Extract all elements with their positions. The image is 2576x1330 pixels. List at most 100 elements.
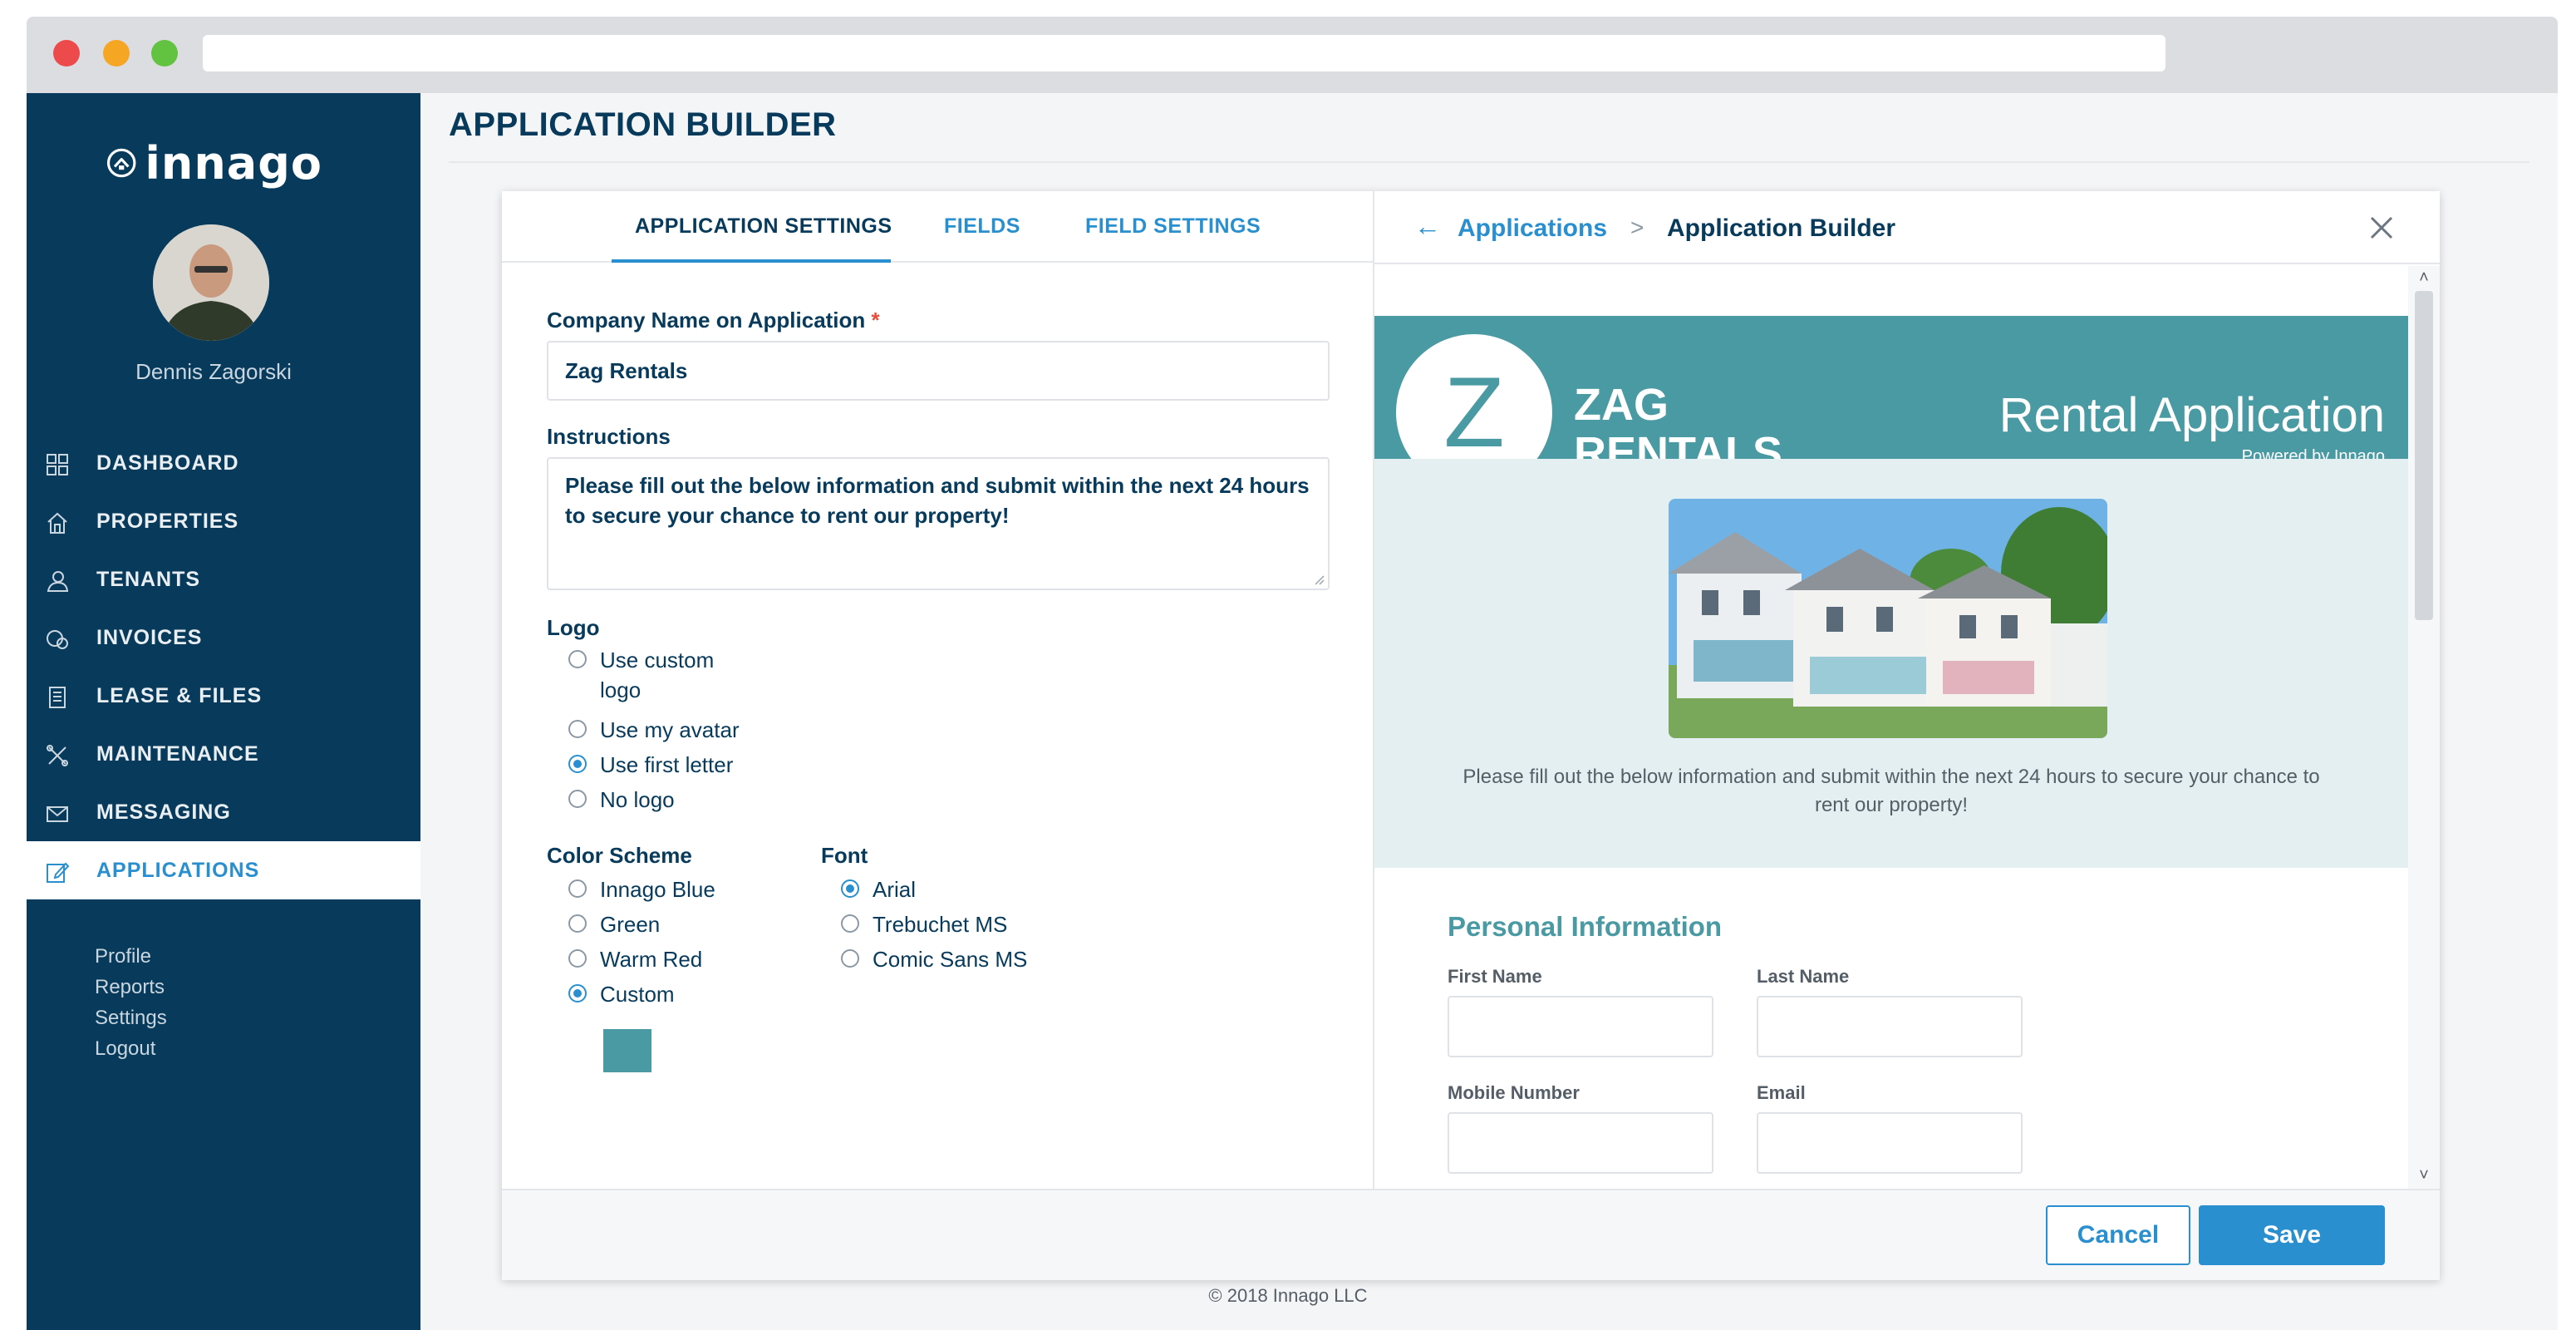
scrollbar-thumb[interactable] <box>2415 291 2433 620</box>
minimize-window-button[interactable] <box>103 40 130 66</box>
instructions-label: Instructions <box>547 424 671 449</box>
email-label: Email <box>1757 1082 1806 1103</box>
sidebar-item-label: DASHBOARD <box>96 451 239 475</box>
grid-icon <box>47 454 68 475</box>
email-input[interactable] <box>1757 1112 2023 1174</box>
radio-label: Use my avatar <box>600 717 740 742</box>
cancel-button[interactable]: Cancel <box>2046 1205 2190 1265</box>
radio-button[interactable] <box>568 650 587 668</box>
tab-application-settings[interactable]: APPLICATION SETTINGS <box>635 214 892 239</box>
radio-button[interactable] <box>568 790 587 808</box>
house-icon <box>47 512 67 534</box>
sidebar-item-properties[interactable]: PROPERTIES <box>27 492 420 550</box>
logo-option-custom[interactable]: Use custom logo <box>568 645 735 705</box>
company-name-input[interactable]: Zag Rentals <box>547 341 1330 401</box>
page-title: APPLICATION BUILDER <box>449 106 837 143</box>
breadcrumb-applications-link[interactable]: Applications <box>1458 214 1607 243</box>
sidebar-item-label: PROPERTIES <box>96 509 239 533</box>
subnav-item-profile[interactable]: Profile <box>95 941 167 972</box>
radio-button[interactable] <box>841 949 859 968</box>
application-preview: Z ZAG RENTALS Rental Application Powered… <box>1374 266 2408 1189</box>
radio-button-selected[interactable] <box>568 755 587 773</box>
first-name-input[interactable] <box>1448 996 1713 1057</box>
subnav-item-settings[interactable]: Settings <box>95 1002 167 1033</box>
close-icon[interactable] <box>2365 211 2398 244</box>
tab-bar: APPLICATION SETTINGS FIELDS FIELD SETTIN… <box>502 191 1374 263</box>
radio-button[interactable] <box>841 914 859 933</box>
preview-title: Rental Application <box>1998 388 2385 442</box>
settings-pane: APPLICATION SETTINGS FIELDS FIELD SETTIN… <box>502 191 1374 1189</box>
radio-label: Innago Blue <box>600 877 715 902</box>
back-arrow-icon[interactable]: ← <box>1414 211 1441 242</box>
sidebar-item-label: APPLICATIONS <box>96 858 260 882</box>
font-option-comic-sans[interactable]: Comic Sans MS <box>841 944 1027 974</box>
files-icon <box>49 687 66 708</box>
logo-option-avatar[interactable]: Use my avatar <box>568 715 740 745</box>
color-option-green[interactable]: Green <box>568 909 660 939</box>
action-bar: Cancel Save <box>502 1189 2440 1280</box>
active-tab-indicator <box>612 259 891 263</box>
user-photo <box>153 224 269 341</box>
save-button[interactable]: Save <box>2199 1205 2385 1265</box>
innago-logo[interactable]: innago <box>106 130 322 196</box>
font-option-trebuchet[interactable]: Trebuchet MS <box>841 909 1007 939</box>
sidebar-item-dashboard[interactable]: DASHBOARD <box>27 434 420 492</box>
application-builder-card: APPLICATION SETTINGS FIELDS FIELD SETTIN… <box>502 191 2440 1280</box>
tab-fields[interactable]: FIELDS <box>944 214 1020 239</box>
scroll-up-icon[interactable]: ˄ <box>2415 269 2433 286</box>
radio-button[interactable] <box>568 879 587 898</box>
tenants-icon <box>47 571 69 592</box>
color-option-innago-blue[interactable]: Innago Blue <box>568 874 715 904</box>
mobile-number-input[interactable] <box>1448 1112 1713 1174</box>
address-bar[interactable] <box>203 35 2166 71</box>
radio-button[interactable] <box>568 720 587 738</box>
last-name-label: Last Name <box>1757 966 1850 987</box>
logo-option-none[interactable]: No logo <box>568 785 675 815</box>
scroll-down-icon[interactable]: ˅ <box>2415 1167 2433 1184</box>
avatar[interactable] <box>153 224 269 341</box>
close-window-button[interactable] <box>53 40 80 66</box>
sidebar-item-lease-files[interactable]: LEASE & FILES <box>27 667 420 725</box>
house-image <box>1669 499 2107 738</box>
color-option-warm-red[interactable]: Warm Red <box>568 944 702 974</box>
last-name-input[interactable] <box>1757 996 2023 1057</box>
resize-handle-icon[interactable] <box>1313 574 1325 585</box>
radio-label: Custom <box>600 982 675 1007</box>
radio-button[interactable] <box>568 914 587 933</box>
subnav-item-logout[interactable]: Logout <box>95 1033 167 1064</box>
preview-scrollbar[interactable]: ˄ ˅ <box>2408 266 2440 1189</box>
sidebar-item-tenants[interactable]: TENANTS <box>27 550 420 608</box>
personal-info-heading: Personal Information <box>1448 911 1723 942</box>
radio-button-selected[interactable] <box>568 984 587 1002</box>
browser-window: innago Dennis Zagorski DASHBOARD PROPERT… <box>27 17 2558 1330</box>
instructions-textarea[interactable]: Please fill out the below information an… <box>547 457 1330 590</box>
subnav-item-reports[interactable]: Reports <box>95 972 167 1002</box>
envelope-icon <box>47 806 68 822</box>
company-name-label-text: Company Name on Application <box>547 308 866 332</box>
sidebar-item-applications[interactable]: APPLICATIONS <box>27 841 420 899</box>
custom-color-swatch[interactable] <box>603 1029 651 1072</box>
font-label: Font <box>821 843 868 868</box>
mobile-number-label: Mobile Number <box>1448 1082 1580 1103</box>
radio-label: Arial <box>873 877 917 902</box>
radio-label: Green <box>600 912 661 937</box>
radio-button[interactable] <box>568 949 587 968</box>
breadcrumb-separator: > <box>1630 214 1644 240</box>
company-name-label: Company Name on Application * <box>547 308 880 333</box>
company-name-value: Zag Rentals <box>565 357 688 383</box>
maximize-window-button[interactable] <box>151 40 178 66</box>
radio-label: Use first letter <box>600 752 734 777</box>
sidebar-item-messaging[interactable]: MESSAGING <box>27 783 420 841</box>
tab-field-settings[interactable]: FIELD SETTINGS <box>1085 214 1261 239</box>
radio-button-selected[interactable] <box>841 879 859 898</box>
logo-option-first-letter[interactable]: Use first letter <box>568 750 733 780</box>
color-option-custom[interactable]: Custom <box>568 979 675 1009</box>
sidebar-item-invoices[interactable]: INVOICES <box>27 608 420 667</box>
title-divider <box>449 161 2529 163</box>
sidebar-item-maintenance[interactable]: MAINTENANCE <box>27 725 420 783</box>
sidebar-item-label: TENANTS <box>96 567 201 591</box>
invoice-icon <box>47 630 68 649</box>
first-name-label: First Name <box>1448 966 1542 987</box>
font-option-arial[interactable]: Arial <box>841 874 916 904</box>
color-scheme-label: Color Scheme <box>547 843 692 868</box>
